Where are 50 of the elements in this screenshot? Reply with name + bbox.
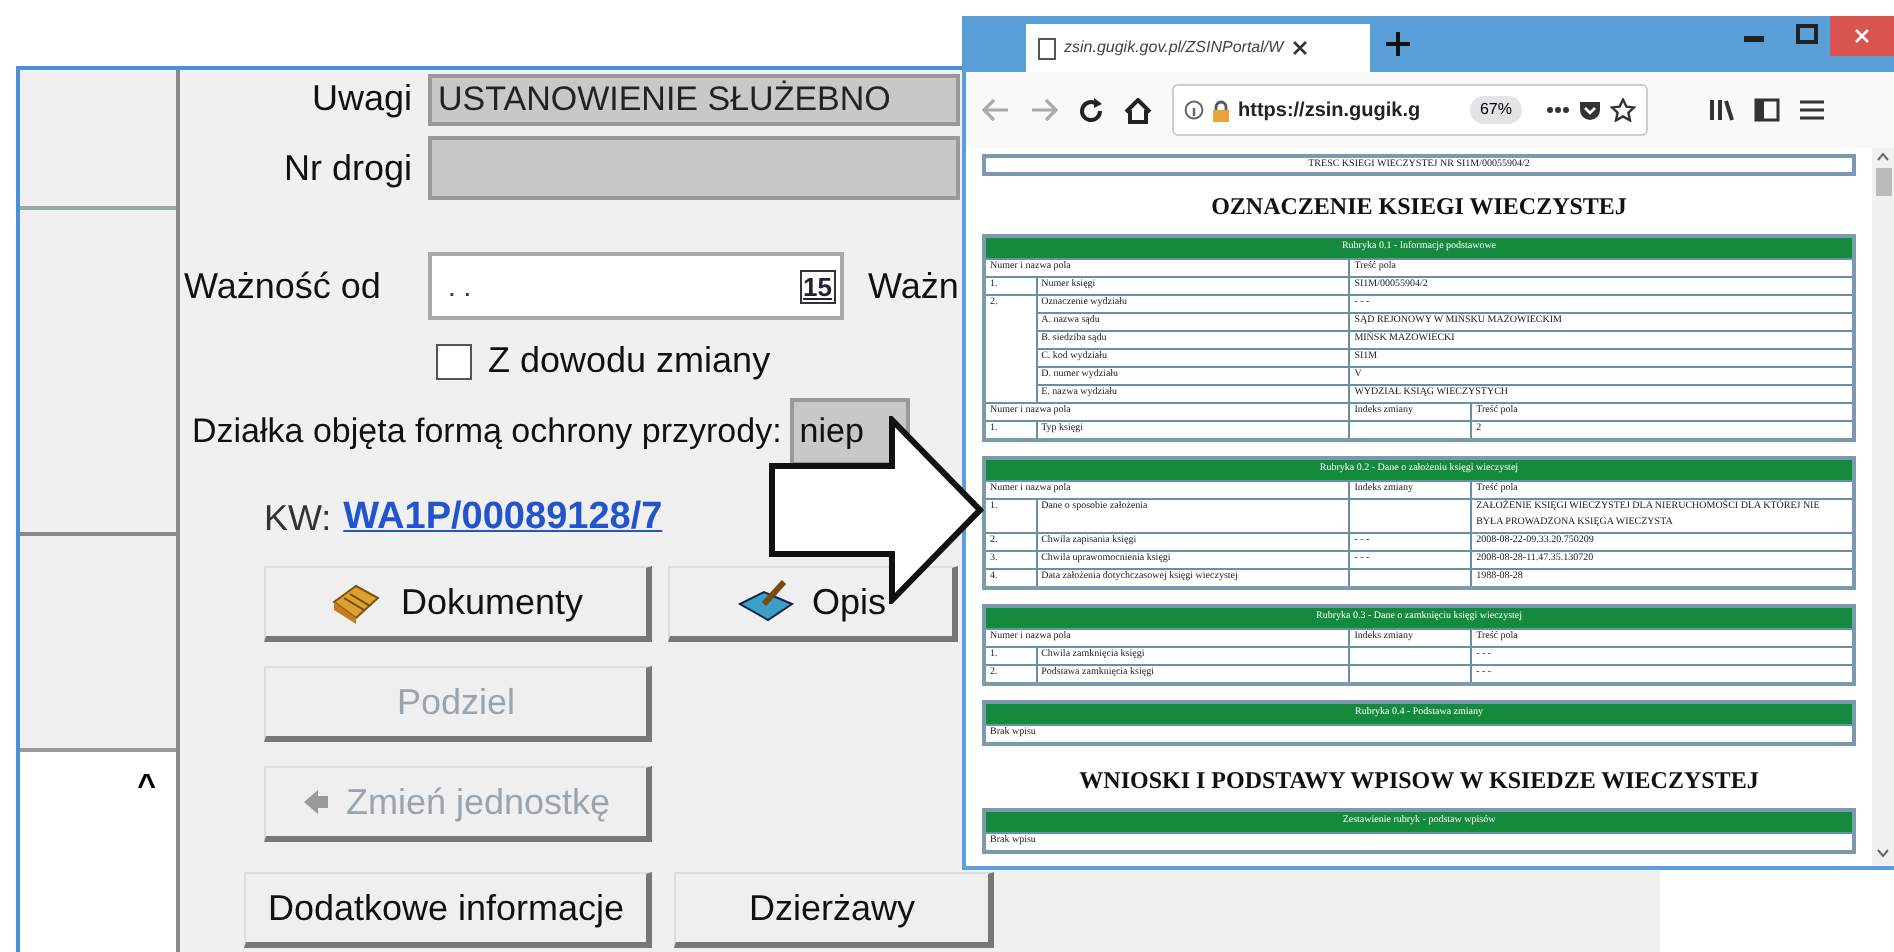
date-mask: . . bbox=[448, 267, 472, 305]
close-icon bbox=[1854, 28, 1870, 44]
sidebar-icon[interactable] bbox=[1754, 98, 1780, 122]
field-label: Działka objęta formą ochrony przyrody: bbox=[192, 410, 782, 455]
checkbox-label: Z dowodu zmiany bbox=[488, 338, 771, 384]
library-icon[interactable] bbox=[1708, 98, 1734, 122]
reload-icon[interactable] bbox=[1078, 97, 1104, 123]
field-label: Nr drogi bbox=[281, 145, 412, 192]
new-tab-icon[interactable] bbox=[1386, 32, 1410, 56]
left-arrow-icon bbox=[301, 788, 330, 816]
scrollbar[interactable] bbox=[1872, 148, 1894, 866]
date-field[interactable]: . . 15 bbox=[428, 252, 844, 320]
field-label: Ważn bbox=[868, 263, 959, 309]
maximize-icon[interactable] bbox=[1796, 24, 1818, 44]
action-button: Zmień jednostkę bbox=[264, 766, 652, 842]
info-icon[interactable] bbox=[1184, 100, 1204, 120]
text-field[interactable] bbox=[428, 136, 960, 200]
close-button[interactable] bbox=[1830, 16, 1894, 56]
tab-title: zsin.gugik.gov.pl/ZSINPortal/W bbox=[1064, 36, 1284, 60]
page-icon bbox=[1038, 37, 1056, 59]
field-label: Ważność od bbox=[184, 263, 383, 309]
field-label: Uwagi bbox=[309, 76, 412, 122]
field-label: KW: bbox=[264, 495, 332, 542]
action-button[interactable]: Opis bbox=[668, 566, 958, 642]
address-bar[interactable]: https://zsin.gugik.g 67% bbox=[1172, 84, 1648, 136]
scroll-up-icon[interactable] bbox=[1876, 148, 1890, 164]
action-button[interactable]: Dokumenty bbox=[264, 566, 652, 642]
lock-icon[interactable] bbox=[1212, 99, 1230, 121]
action-button[interactable]: Dodatkowe informacje bbox=[244, 872, 652, 948]
zoom-level[interactable]: 67% bbox=[1469, 96, 1522, 124]
scroll-up-button[interactable]: ^ bbox=[137, 764, 156, 804]
section-heading: WNIOSKI I PODSTAWY WPISOW W KSIEDZE WIECZYSTEJ bbox=[1077, 766, 1761, 794]
checkbox[interactable] bbox=[436, 343, 472, 379]
text-field[interactable]: USTANOWIENIE SŁUŻEBNO bbox=[428, 73, 960, 125]
browser-tab[interactable]: zsin.gugik.gov.pl/ZSINPortal/W bbox=[1026, 24, 1370, 72]
home-icon[interactable] bbox=[1124, 97, 1152, 123]
scroll-thumb[interactable] bbox=[1875, 168, 1891, 196]
more-icon[interactable] bbox=[1546, 106, 1570, 114]
action-button: Podziel bbox=[264, 666, 652, 742]
pocket-icon[interactable] bbox=[1578, 99, 1602, 121]
scroll-down-icon[interactable] bbox=[1876, 846, 1890, 862]
url-text: https://zsin.gugik.g bbox=[1238, 97, 1421, 125]
menu-icon[interactable] bbox=[1800, 100, 1824, 120]
brush-icon bbox=[735, 580, 796, 624]
close-icon[interactable] bbox=[1291, 40, 1308, 56]
registry-link[interactable]: WA1P/00089128/7 bbox=[343, 490, 663, 547]
calendar-button[interactable]: 15 bbox=[799, 269, 836, 303]
action-button[interactable]: Dzierżawy bbox=[674, 872, 994, 948]
star-icon[interactable] bbox=[1610, 98, 1636, 122]
section-heading: OZNACZENIE KSIEGI WIECZYSTEJ bbox=[1209, 192, 1629, 220]
